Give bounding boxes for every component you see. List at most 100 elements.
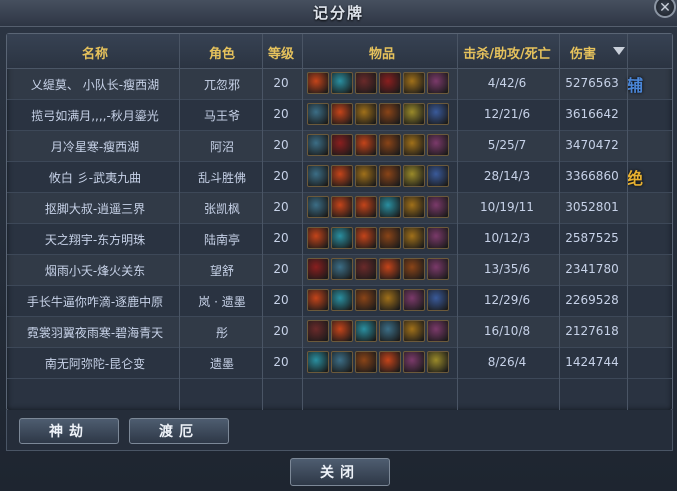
amulet-item-icon[interactable] [403,196,425,218]
player-level: 20 [273,107,289,121]
player-kda: 4/42/6 [487,76,527,90]
table-row: 烟雨小夭-烽火关东 望舒 20 13/35/6 2341780 [7,255,672,286]
skull-item-icon[interactable] [307,196,329,218]
player-role: 遗墨 [209,357,234,371]
fire-item-icon[interactable] [355,134,377,156]
table-row: 揽弓如满月,,,,-秋月鎏光 马王爷 20 12/21/6 3616642 [7,100,672,131]
skull-item-icon[interactable] [307,103,329,125]
gold-item-icon[interactable] [427,351,449,373]
skull-item-icon[interactable] [307,165,329,187]
shenjie-button[interactable]: 神劫 [19,418,119,444]
fire-item-icon[interactable] [379,351,401,373]
gourd-item-icon[interactable] [403,258,425,280]
fire-item-icon[interactable] [331,165,353,187]
player-damage: 3470472 [565,138,619,152]
item-slots [307,351,457,375]
player-kda: 10/19/11 [480,200,534,214]
orb-item-icon[interactable] [355,320,377,342]
amulet-item-icon[interactable] [355,103,377,125]
player-kda: 12/21/6 [483,107,531,121]
player-name: 手长牛逼你咋滴-逐鹿中原 [26,295,164,309]
orb-item-icon[interactable] [331,72,353,94]
cross-item-icon[interactable] [403,289,425,311]
cross-item-icon[interactable] [403,351,425,373]
amulet-item-icon[interactable] [355,165,377,187]
skull-item-icon[interactable] [379,320,401,342]
fire-item-icon[interactable] [307,289,329,311]
cross-item-icon[interactable] [427,134,449,156]
gold-item-icon[interactable] [403,165,425,187]
gourd-item-icon[interactable] [379,103,401,125]
fire-item-icon[interactable] [331,103,353,125]
player-level: 20 [273,262,289,276]
item-slots [307,227,457,251]
gourd-item-icon[interactable] [379,134,401,156]
amulet-item-icon[interactable] [403,134,425,156]
player-kda: 5/25/7 [487,138,527,152]
gourd-item-icon[interactable] [355,289,377,311]
player-level: 20 [273,293,289,307]
fire-item-icon[interactable] [307,227,329,249]
item-slots [307,134,457,158]
sort-down-icon[interactable] [613,47,625,55]
player-damage: 2269528 [565,293,619,307]
cross-item-icon[interactable] [427,320,449,342]
cross-item-icon[interactable] [427,72,449,94]
column-divider [179,34,180,410]
blade-item-icon[interactable] [379,72,401,94]
cross-item-icon[interactable] [427,258,449,280]
column-header-damage[interactable]: 伤害 [563,43,603,62]
player-kda: 28/14/3 [483,169,531,183]
skull-item-icon[interactable] [307,134,329,156]
cross-item-icon[interactable] [427,196,449,218]
column-header-kda: 击杀/助攻/死亡 [463,47,551,62]
player-damage: 1424744 [565,355,619,369]
amulet-item-icon[interactable] [403,227,425,249]
scoreboard-window: 记分牌 ✕ 名称 角色 等级 物品 击杀/助攻/死亡 伤害 乂缇莫、 小队长-瘦… [0,0,677,491]
player-name: 抠脚大叔-逍遥三界 [44,202,146,216]
fire-item-icon[interactable] [331,320,353,342]
fire-item-icon[interactable] [331,196,353,218]
orb-item-icon[interactable] [331,227,353,249]
gourd-item-icon[interactable] [355,351,377,373]
orb-item-icon[interactable] [307,351,329,373]
fire-item-icon[interactable] [307,72,329,94]
fire-item-icon[interactable] [355,227,377,249]
sword-item-icon[interactable] [355,72,377,94]
item-slots [307,72,457,96]
item-slots [307,196,457,220]
player-damage: 2587525 [565,231,619,245]
spear-item-icon[interactable] [427,165,449,187]
gold-item-icon[interactable] [403,103,425,125]
amulet-item-icon[interactable] [379,289,401,311]
table-row: 乂缇莫、 小队长-瘦西湖 兀忽邪 20 4/42/6 5276563 辅 [7,69,672,100]
sword-item-icon[interactable] [307,320,329,342]
gourd-item-icon[interactable] [379,165,401,187]
close-button[interactable]: 关闭 [290,458,390,486]
fire-item-icon[interactable] [379,258,401,280]
skull-item-icon[interactable] [331,258,353,280]
duer-button[interactable]: 渡厄 [129,418,229,444]
spear-item-icon[interactable] [427,289,449,311]
player-name: 乂缇莫、 小队长-瘦西湖 [30,78,160,92]
cross-item-icon[interactable] [427,227,449,249]
skull-item-icon[interactable] [331,351,353,373]
table-row: 月冷星寒-瘦西湖 阿沼 20 5/25/7 3470472 [7,131,672,162]
sword-item-icon[interactable] [355,258,377,280]
column-divider [627,34,628,410]
amulet-item-icon[interactable] [403,72,425,94]
gourd-item-icon[interactable] [379,227,401,249]
blade-item-icon[interactable] [307,258,329,280]
player-kda: 13/35/6 [483,262,531,276]
blade-item-icon[interactable] [331,134,353,156]
player-kda: 8/26/4 [487,355,527,369]
player-role: 乱斗胜佛 [197,171,246,185]
amulet-item-icon[interactable] [403,320,425,342]
player-damage: 5276563 [565,76,619,90]
fire-item-icon[interactable] [355,196,377,218]
player-damage: 3366860 [565,169,619,183]
spear-item-icon[interactable] [427,103,449,125]
bottom-toolbar: 神劫 渡厄 [6,410,673,451]
orb-item-icon[interactable] [379,196,401,218]
orb-item-icon[interactable] [331,289,353,311]
